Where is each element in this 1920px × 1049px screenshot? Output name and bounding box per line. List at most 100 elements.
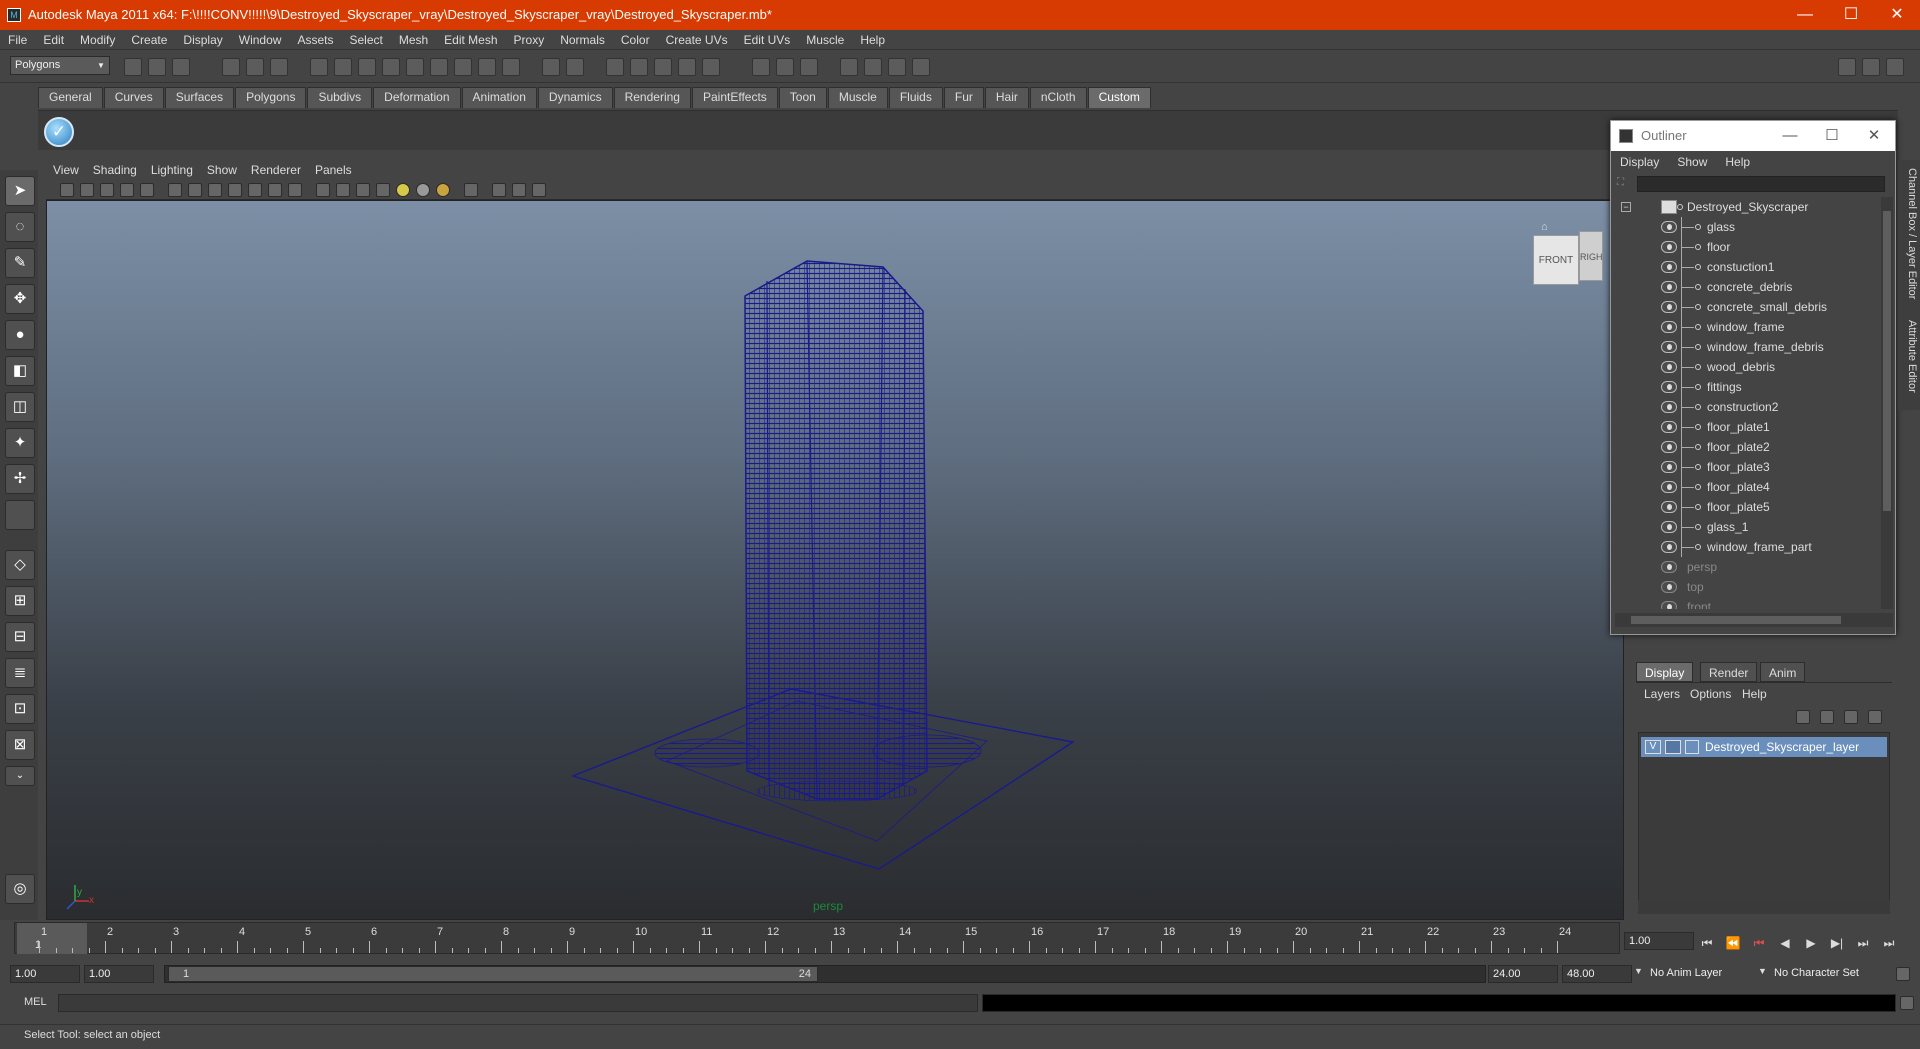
shelf-tab-hair[interactable]: Hair [984,87,1029,108]
snap-view-icon[interactable] [678,58,696,76]
playback-end-field[interactable]: 24.00 [1488,965,1558,983]
select-joints-icon[interactable] [334,58,352,76]
step-forward-frame-button[interactable]: ▶| [1826,934,1848,952]
step-back-key-button[interactable]: ⏪ [1722,934,1744,952]
animation-end-field[interactable]: 48.00 [1562,965,1632,983]
shelf-tab-custom[interactable]: Custom [1087,87,1151,108]
wireframe-icon[interactable] [316,183,330,197]
shelf-tab-dynamics[interactable]: Dynamics [537,87,613,108]
script-editor-icon[interactable] [1900,996,1914,1010]
viewcube-right-face[interactable]: RIGHT [1579,231,1603,281]
outliner-item-camera[interactable]: front [1615,597,1879,609]
new-scene-icon[interactable] [124,58,142,76]
layer-tab-render[interactable]: Render [1700,662,1758,682]
viewcube-front-face[interactable]: FRONT [1533,235,1579,285]
panel-menu-lighting[interactable]: Lighting [144,160,200,180]
shelf-tab-rendering[interactable]: Rendering [613,87,691,108]
default-lighting-icon[interactable] [436,183,450,197]
filter-icon[interactable]: ⛶ [1617,177,1631,191]
question-icon[interactable] [502,58,520,76]
use-all-lights-icon[interactable] [396,183,410,197]
menu-assets[interactable]: Assets [289,30,341,50]
layer-visibility-toggle[interactable]: V [1645,740,1661,754]
outliner-item[interactable]: window_frame_debris [1615,337,1879,357]
input-ops-icon[interactable] [752,58,770,76]
shelf-tab-surfaces[interactable]: Surfaces [164,87,235,108]
play-backwards-button[interactable]: ◀ [1774,934,1796,952]
select-surfaces-icon[interactable] [382,58,400,76]
menu-edit-mesh[interactable]: Edit Mesh [436,30,505,50]
snap-surface-icon[interactable] [702,58,720,76]
attribute-editor-toggle-icon[interactable] [1838,58,1856,76]
shelf-tab-curves[interactable]: Curves [103,87,164,108]
menu-select[interactable]: Select [341,30,390,50]
menu-set-dropdown[interactable]: Polygons ▼ [10,56,110,75]
field-chart-icon[interactable] [248,183,262,197]
soft-modification-icon[interactable]: ✦ [5,428,35,458]
select-rendering-icon[interactable] [454,58,472,76]
new-layer-selected-icon[interactable] [1868,710,1882,724]
menu-display[interactable]: Display [175,30,230,50]
select-handles-icon[interactable] [310,58,328,76]
outliner-item-root[interactable]: − Destroyed_Skyscraper [1615,197,1879,217]
outliner-close-button[interactable]: ✕ [1853,121,1895,151]
current-time-marker[interactable]: 1 [17,923,87,954]
safe-title-icon[interactable] [288,183,302,197]
mel-label[interactable]: MEL [24,996,47,1008]
ipr-render-icon[interactable] [888,58,906,76]
minimize-button[interactable]: — [1782,0,1828,30]
snap-curve-icon[interactable] [630,58,648,76]
view-cube[interactable]: ⌂ FRONT RIGHT [1527,221,1609,295]
isolate-select-icon[interactable] [464,183,478,197]
close-button[interactable]: ✕ [1874,0,1920,30]
panel-menu-shading[interactable]: Shading [86,160,144,180]
safe-action-icon[interactable] [268,183,282,197]
select-hierarchy-icon[interactable] [222,58,240,76]
last-tool-icon[interactable] [5,500,35,530]
current-frame-field[interactable]: 1.00 [1624,932,1694,950]
layer-horizontal-scrollbar[interactable] [1638,900,1890,914]
playback-start-field[interactable]: 1.00 [84,965,154,983]
menu-mesh[interactable]: Mesh [391,30,436,50]
menu-normals[interactable]: Normals [552,30,613,50]
outliner-item[interactable]: floor_plate1 [1615,417,1879,437]
wireframe-on-shaded-icon[interactable] [356,183,370,197]
outliner-item[interactable]: floor_plate3 [1615,457,1879,477]
shelf-tab-painteffects[interactable]: PaintEffects [691,87,778,108]
menu-window[interactable]: Window [231,30,290,50]
collapse-icon[interactable]: − [1621,202,1631,212]
universal-manipulator-icon[interactable]: ◫ [5,392,35,422]
menu-create-uvs[interactable]: Create UVs [658,30,736,50]
scale-tool-icon[interactable]: ◧ [5,356,35,386]
layer-menu-options[interactable]: Options [1690,684,1731,704]
gate-mask-icon[interactable] [228,183,242,197]
snap-grid-icon[interactable] [606,58,624,76]
outliner-menu-display[interactable]: Display [1611,151,1668,173]
outliner-item[interactable]: floor_plate4 [1615,477,1879,497]
select-tool-icon[interactable]: ➤ [5,176,35,206]
graph-layout-icon[interactable]: ≣ [5,658,35,688]
character-set-dropdown[interactable]: No Character Set [1770,965,1890,983]
menu-edit[interactable]: Edit [35,30,72,50]
menu-edit-uvs[interactable]: Edit UVs [736,30,799,50]
lock-icon[interactable] [542,58,560,76]
mel-command-input[interactable] [58,994,978,1012]
panel-menu-view[interactable]: View [46,160,86,180]
shelf-tab-toon[interactable]: Toon [778,87,827,108]
perspective-viewport[interactable]: y x ⌂ FRONT RIGHT persp [46,200,1624,920]
outliner-menu-help[interactable]: Help [1716,151,1759,173]
textured-icon[interactable] [376,183,390,197]
layer-tab-anim[interactable]: Anim [1760,662,1806,682]
step-back-frame-button[interactable]: ⏮ [1748,934,1770,952]
outliner-item[interactable]: concrete_debris [1615,277,1879,297]
outliner-item[interactable]: glass [1615,217,1879,237]
outliner-item-camera[interactable]: top [1615,577,1879,597]
show-manipulator-icon[interactable]: ✢ [5,464,35,494]
layer-tab-display[interactable]: Display [1636,662,1694,682]
shelf-tab-fur[interactable]: Fur [943,87,984,108]
two-d-pan-zoom-icon[interactable] [120,183,134,197]
xray-components-icon[interactable] [532,183,546,197]
render-settings-icon[interactable] [912,58,930,76]
layer-playback-toggle[interactable] [1665,740,1681,754]
move-layer-down-icon[interactable] [1820,710,1834,724]
